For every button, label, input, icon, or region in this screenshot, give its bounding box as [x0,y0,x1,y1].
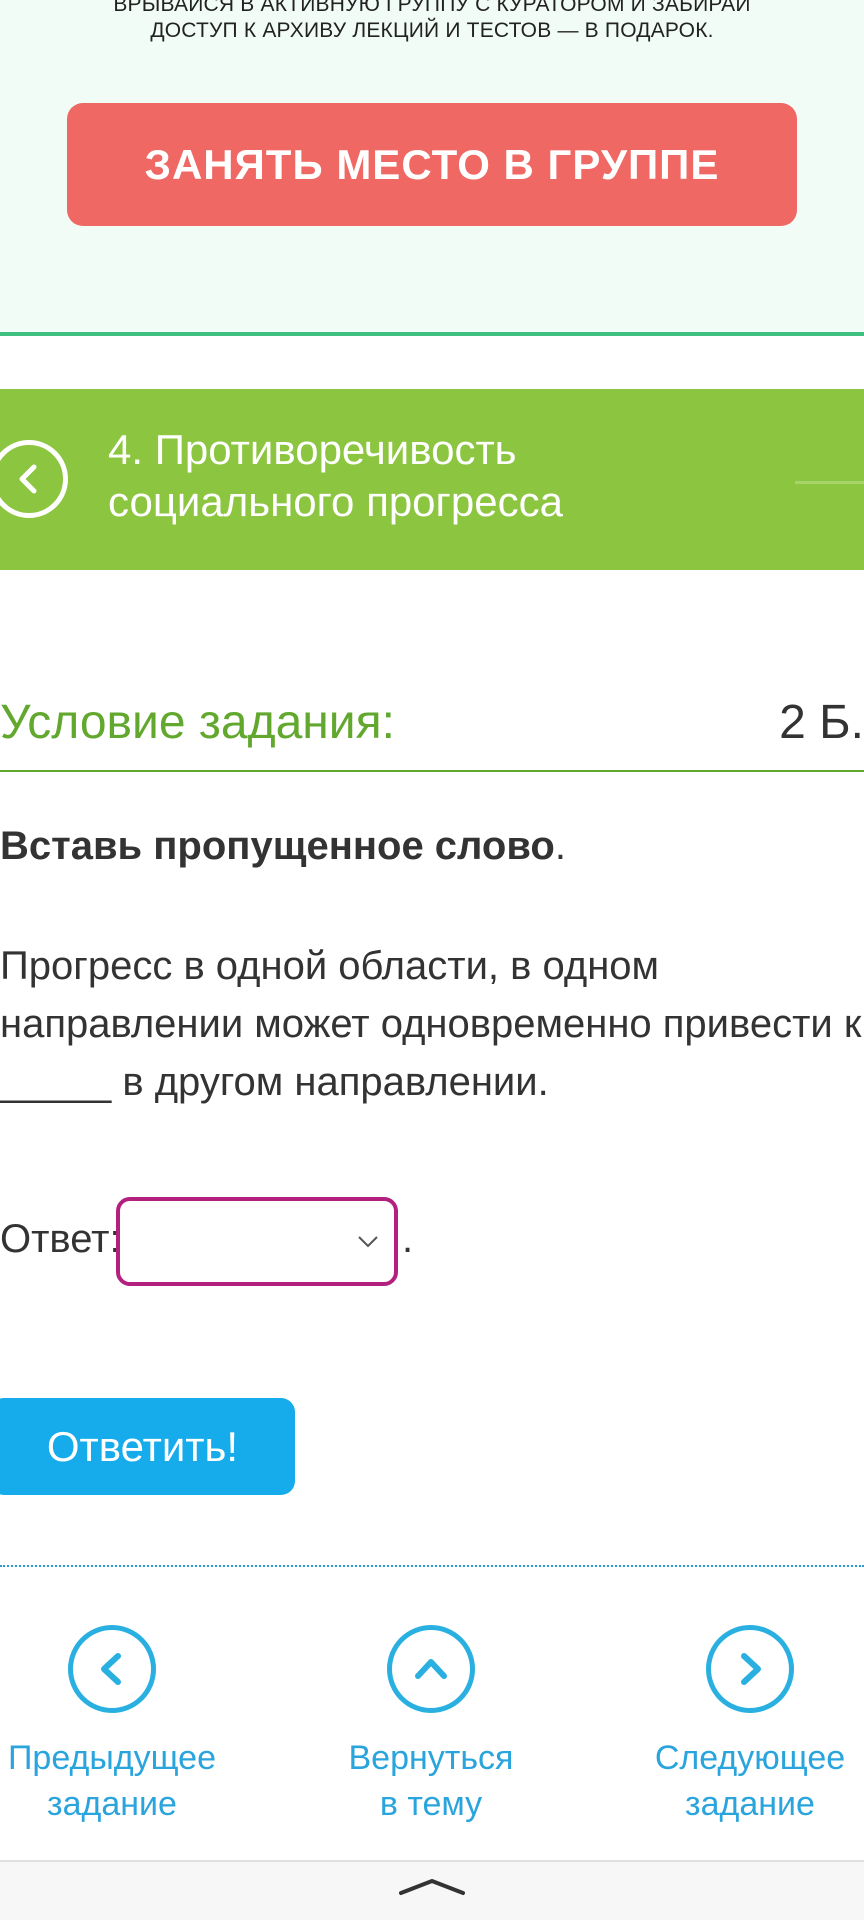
join-group-button[interactable]: ЗАНЯТЬ МЕСТО В ГРУППЕ [67,103,797,226]
next-task-label: Следующее задание [620,1735,864,1827]
back-to-topic-label-line2: в тему [379,1785,483,1823]
chevron-up-icon [415,1659,447,1679]
answer-trailing: . [402,1217,414,1261]
next-task-link[interactable]: Следующее задание [620,1625,864,1827]
promo-section: Врывайся в активную группу с куратором и… [0,0,864,336]
back-to-topic-label-line1: Вернуться [348,1739,514,1777]
points-badge: 2 Б. [779,696,864,749]
chevron-up-handle-icon[interactable] [399,1875,465,1897]
chevron-left-icon [19,464,37,494]
chevron-left-icon [101,1653,121,1685]
banner-divider [795,481,864,484]
prev-task-label-line1: Предыдущее [7,1739,217,1777]
prev-task-label: Предыдущее задание [0,1735,242,1827]
instruction-tail: . [554,824,566,868]
topic-title: 4. Противоречивость социального прогресс… [108,426,563,525]
answer-dropdown[interactable] [116,1197,398,1286]
prev-task-circle [68,1625,156,1713]
next-task-circle [706,1625,794,1713]
submit-answer-button[interactable]: Ответить! [0,1398,295,1495]
prev-task-link[interactable]: Предыдущее задание [0,1625,242,1827]
task-text: Прогресс в одной области, в одном направ… [0,944,862,1104]
promo-text: Врывайся в активную группу с куратором и… [0,0,864,44]
back-to-topic-label: Вернуться в тему [301,1735,561,1827]
promo-text-line1: Врывайся в активную группу с куратором и… [113,0,751,16]
next-task-label-line2: задание [685,1785,815,1823]
task-instruction: Вставь пропущенное слово. [0,822,566,870]
prev-task-label-line2: задание [47,1785,177,1823]
next-task-label-line1: Следующее [654,1739,846,1777]
chevron-right-icon [741,1653,761,1685]
instruction-bold: Вставь пропущенное слово [0,824,555,868]
back-to-topic-circle [387,1625,475,1713]
answer-label: Ответ: [0,1217,121,1261]
dotted-divider [0,1565,864,1567]
chevron-down-icon [358,1236,378,1248]
promo-text-line2: доступ к архиву лекций и тестов — в пода… [150,19,714,42]
condition-divider [0,770,864,772]
back-to-topic-link[interactable]: Вернуться в тему [301,1625,561,1827]
condition-title: Условие задания: [0,696,395,749]
